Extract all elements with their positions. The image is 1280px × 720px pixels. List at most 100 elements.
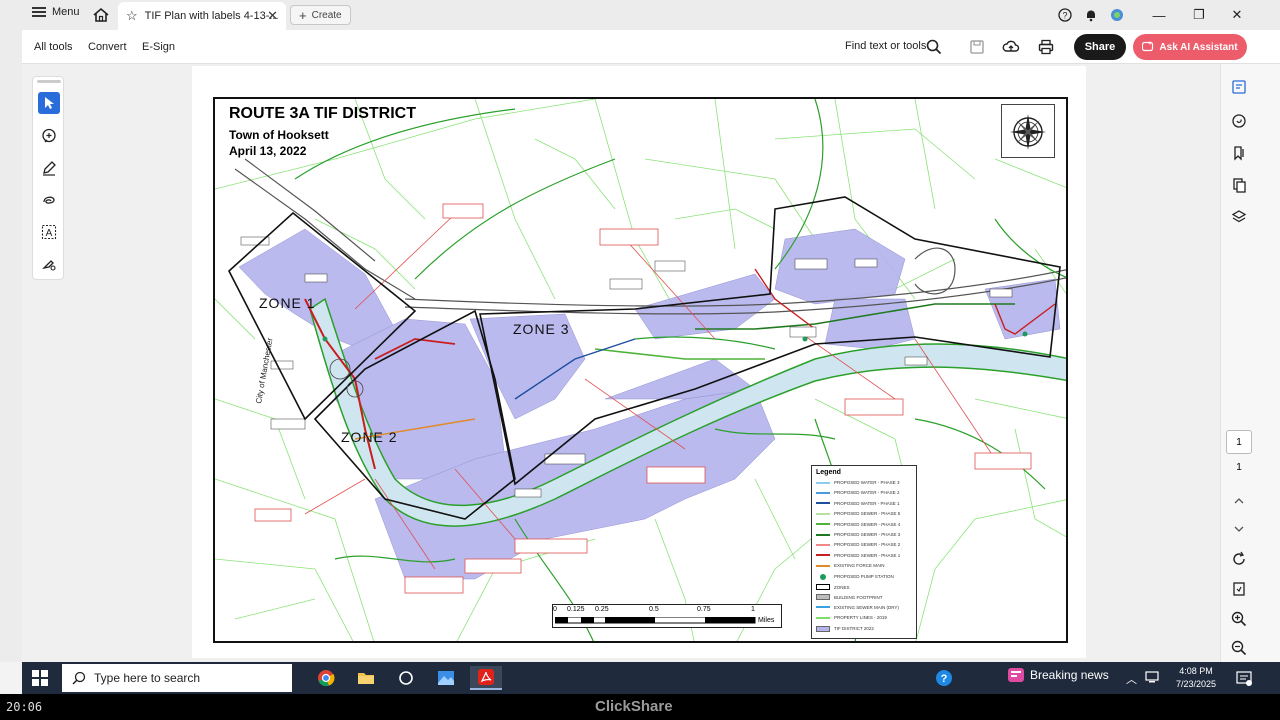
legend-swatch — [816, 502, 830, 505]
legend-item: EXISTING SEWER MAIN (DRY) — [816, 605, 899, 610]
windows-start-icon[interactable] — [32, 670, 48, 686]
share-button[interactable]: Share — [1074, 34, 1126, 60]
title-bar: Menu ☆ TIF Plan with labels 4-13-... ✕ +… — [0, 0, 1280, 30]
text-box-icon[interactable]: A — [38, 221, 60, 243]
minimize-icon[interactable]: — — [1150, 6, 1168, 24]
bookmarks-icon[interactable] — [1230, 144, 1248, 162]
notifications-icon[interactable] — [1236, 670, 1252, 686]
esign-link[interactable]: E-Sign — [142, 41, 175, 53]
add-comment-icon[interactable] — [38, 125, 60, 147]
upload-cloud-icon[interactable] — [1002, 38, 1020, 56]
map-legend: Legend PROPOSED WATER - PHASE 3 PROPOSED … — [811, 465, 917, 639]
legend-label: EXISTING SEWER MAIN (DRY) — [834, 604, 899, 610]
scale-tick-label: 0.25 — [595, 606, 609, 613]
save-icon[interactable] — [968, 38, 986, 56]
ai-sparkle-icon — [1142, 41, 1154, 52]
legend-label: EXISTING FORCE MAIN — [834, 563, 885, 569]
map-subtitle: Town of Hooksett — [229, 128, 329, 142]
freehand-draw-icon[interactable] — [38, 189, 60, 211]
help-icon[interactable]: ? — [1056, 6, 1074, 24]
tab-title: TIF Plan with labels 4-13-... — [144, 10, 279, 22]
layers-icon[interactable] — [1230, 208, 1248, 226]
home-icon[interactable] — [92, 6, 110, 24]
pages-icon[interactable] — [1230, 176, 1248, 194]
legend-swatch — [816, 543, 830, 546]
scale-tick-label: 1 — [751, 606, 755, 613]
stamp-sign-icon[interactable] — [38, 253, 60, 275]
taskbar-date: 7/23/2025 — [1175, 679, 1217, 689]
taskbar-time: 4:08 PM — [1179, 666, 1213, 676]
search-placeholder: Type here to search — [94, 671, 201, 685]
network-icon[interactable] — [1145, 671, 1159, 683]
photos-app-icon[interactable] — [430, 666, 462, 690]
legend-item: PROPERTY LINES - 2019 — [816, 615, 887, 620]
scale-tick-label: 0.125 — [567, 606, 585, 613]
all-tools-link[interactable]: All tools — [34, 41, 73, 53]
create-label: Create — [311, 9, 342, 21]
ask-ai-label: Ask AI Assistant — [1159, 41, 1238, 53]
panel-grip[interactable] — [37, 80, 61, 83]
map-date: April 13, 2022 — [229, 144, 307, 158]
scale-units: Miles — [758, 617, 775, 624]
menu-button[interactable]: Menu — [32, 6, 80, 18]
news-widget[interactable]: Breaking news — [1008, 668, 1109, 682]
legend-item: ZONES — [816, 584, 850, 590]
convert-link[interactable]: Convert — [88, 41, 127, 53]
page-number-input[interactable]: 1 — [1226, 430, 1252, 454]
windows-taskbar: Type here to search ? Breaking news ︿ 4:… — [22, 662, 1280, 694]
clickshare-logo: ClickShare — [595, 698, 673, 715]
taskbar-clock[interactable]: 4:08 PM 7/23/2025 — [1160, 665, 1232, 691]
legend-item: PROPOSED WATER - PHASE 1 — [816, 501, 900, 506]
screen: Menu ☆ TIF Plan with labels 4-13-... ✕ +… — [0, 0, 1280, 720]
hamburger-icon — [32, 7, 46, 17]
cortana-icon[interactable] — [390, 666, 422, 690]
legend-label: PROPOSED SEWER - PHASE 5 — [834, 511, 901, 517]
scale-tick-label: 0.5 — [649, 606, 659, 613]
presenter-bar: 20:06 ClickShare — [0, 694, 1280, 720]
page-total: 1 — [1236, 462, 1242, 473]
legend-swatch — [816, 512, 830, 515]
legend-item: PROPOSED SEWER - PHASE 4 — [816, 522, 900, 527]
highlight-pen-icon[interactable] — [38, 157, 60, 179]
chevron-up-icon[interactable]: ︿ — [1126, 671, 1137, 687]
acrobat-app-icon[interactable] — [470, 666, 502, 690]
legend-item: PROPOSED SEWER - PHASE 5 — [816, 511, 900, 516]
zoom-in-icon[interactable] — [1230, 610, 1248, 628]
search-icon[interactable] — [926, 39, 942, 55]
star-icon[interactable]: ☆ — [126, 8, 138, 24]
legend-swatch — [820, 573, 826, 580]
next-page-icon[interactable] — [1230, 520, 1248, 538]
quick-tools-panel: A — [32, 76, 64, 280]
profile-icon[interactable] — [1108, 6, 1126, 24]
ask-ai-assistant-button[interactable]: Ask AI Assistant — [1133, 34, 1247, 60]
scale-bar: 0 0.125 0.25 0.5 0.75 1 Miles — [552, 604, 782, 628]
document-tab[interactable]: ☆ TIF Plan with labels 4-13-... ✕ — [118, 2, 286, 30]
print-icon[interactable] — [1037, 38, 1055, 56]
close-window-icon[interactable]: ✕ — [1228, 6, 1246, 24]
close-tab-icon[interactable]: ✕ — [267, 8, 278, 24]
zoom-out-icon[interactable] — [1230, 639, 1248, 657]
refresh-icon[interactable] — [1230, 550, 1248, 568]
comments-icon[interactable] — [1230, 112, 1248, 130]
legend-swatch — [816, 625, 830, 632]
file-explorer-icon[interactable] — [350, 666, 382, 690]
taskbar-search-box[interactable]: Type here to search — [62, 664, 292, 692]
page-view-icon[interactable] — [1230, 580, 1248, 598]
chrome-app-icon[interactable] — [310, 666, 342, 690]
find-text-button[interactable]: Find text or tools — [845, 40, 926, 52]
zone-2-label: ZONE 2 — [341, 429, 398, 445]
bell-icon[interactable] — [1082, 6, 1100, 24]
legend-swatch — [816, 554, 830, 557]
legend-item: PROPOSED SEWER - PHASE 2 — [816, 542, 900, 547]
legend-item: PROPOSED SEWER - PHASE 3 — [816, 532, 900, 537]
restore-icon[interactable]: ❐ — [1190, 6, 1208, 24]
tif-district-map: City of Manchester ROUTE 3A TIF DISTRICT… — [213, 97, 1068, 643]
create-button[interactable]: + Create — [290, 5, 351, 25]
legend-item: EXISTING FORCE MAIN — [816, 563, 885, 568]
select-cursor-icon[interactable] — [38, 92, 60, 114]
legend-label: PROPOSED SEWER - PHASE 2 — [834, 542, 901, 548]
previous-page-icon[interactable] — [1230, 492, 1248, 510]
help-tray-icon[interactable]: ? — [928, 666, 960, 690]
news-label: Breaking news — [1030, 668, 1109, 682]
page-thumbnails-icon[interactable] — [1230, 78, 1248, 96]
